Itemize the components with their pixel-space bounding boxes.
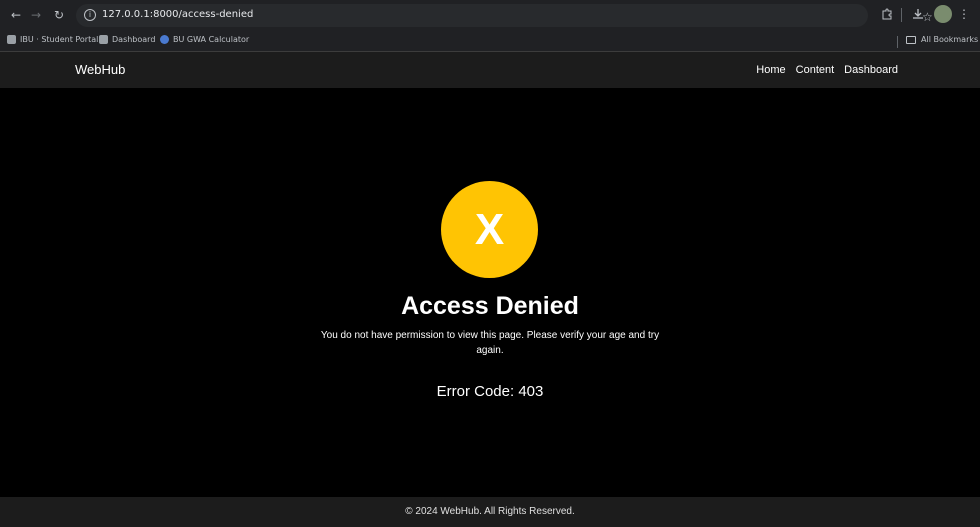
error-code: Error Code: 403 [436, 383, 544, 400]
denied-x-icon: X [441, 181, 538, 278]
gear-favicon-icon [99, 35, 108, 44]
folder-icon [906, 35, 916, 44]
site-navbar: WebHub Home Content Dashboard [0, 52, 980, 88]
arrow-right-icon[interactable]: → [27, 6, 45, 24]
page-title: Access Denied [401, 292, 579, 320]
reload-icon[interactable]: ↻ [50, 6, 68, 24]
nav-links: Home Content Dashboard [756, 64, 898, 76]
arrow-left-icon[interactable]: ← [7, 6, 25, 24]
bookmark-student-portal[interactable]: IBU · Student Portal [7, 35, 98, 44]
profile-avatar-icon[interactable] [934, 5, 952, 23]
address-bar[interactable]: i 127.0.0.1:8000/access-denied ☆ [76, 4, 933, 27]
kebab-menu-icon[interactable]: ⋮ [956, 6, 972, 22]
error-message: You do not have permission to view this … [320, 330, 660, 356]
bookmark-gwa-calculator[interactable]: BU GWA Calculator [160, 35, 249, 44]
gear-favicon-icon [7, 35, 16, 44]
browser-toolbar: ← → ↻ i 127.0.0.1:8000/access-denied ☆ ⋮ [0, 0, 980, 31]
site-info-icon[interactable]: i [84, 9, 96, 21]
nav-content-link[interactable]: Content [796, 64, 835, 76]
site-footer: © 2024 WebHub. All Rights Reserved. [0, 497, 980, 527]
site-brand[interactable]: WebHub [75, 62, 125, 77]
bookmarks-bar: IBU · Student Portal Dashboard BU GWA Ca… [0, 31, 980, 52]
nav-dashboard-link[interactable]: Dashboard [844, 64, 898, 76]
nav-home-link[interactable]: Home [756, 64, 785, 76]
puzzle-icon[interactable] [879, 6, 895, 22]
toolbar-divider [901, 8, 902, 22]
all-bookmarks-button[interactable]: All Bookmarks [906, 35, 978, 44]
download-icon[interactable] [910, 6, 926, 22]
address-url[interactable]: 127.0.0.1:8000/access-denied [102, 9, 253, 20]
main-content: X Access Denied You do not have permissi… [0, 88, 980, 497]
bookmarks-divider [897, 36, 898, 48]
bookmark-dashboard[interactable]: Dashboard [99, 35, 155, 44]
globe-favicon-icon [160, 35, 169, 44]
